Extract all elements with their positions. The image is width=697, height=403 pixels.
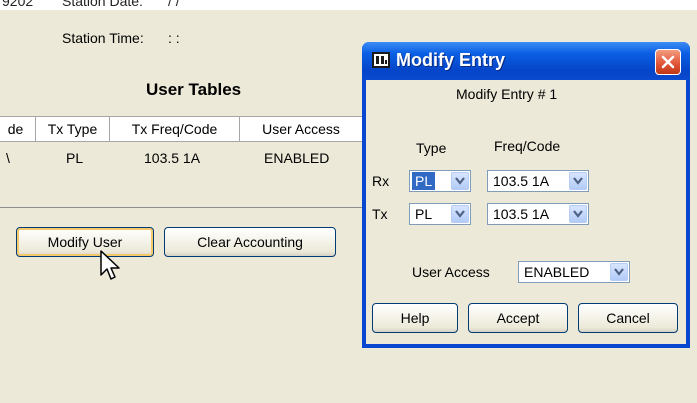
rx-freq-select[interactable]: 103.5 1A — [487, 170, 589, 192]
rx-type-value: PL — [412, 172, 436, 190]
dialog-title: Modify Entry — [396, 50, 506, 70]
user-tables-title: User Tables — [146, 80, 242, 99]
column-header-user-access[interactable]: User Access — [240, 117, 362, 141]
close-button[interactable] — [655, 49, 681, 75]
dropdown-arrow-icon[interactable] — [569, 205, 587, 223]
tx-type-select[interactable]: PL — [409, 203, 471, 225]
tx-freq-select[interactable]: 103.5 1A — [487, 203, 589, 225]
column-header-tx-type[interactable]: Tx Type — [36, 117, 110, 141]
tx-freq-value: 103.5 1A — [493, 206, 550, 222]
dialog-subtitle: Modify Entry # 1 — [456, 86, 558, 102]
column-header-code[interactable]: de — [0, 117, 36, 141]
column-header-tx-freq[interactable]: Tx Freq/Code — [110, 117, 240, 141]
dialog-body: Modify Entry # 1 Type Freq/Code Rx PL 10… — [366, 80, 686, 344]
clear-accounting-button[interactable]: Clear Accounting — [164, 227, 336, 257]
app-icon — [372, 52, 390, 68]
modify-user-button[interactable]: Modify User — [16, 227, 154, 257]
cancel-button[interactable]: Cancel — [578, 303, 678, 333]
help-button[interactable]: Help — [372, 303, 458, 333]
station-time-value: : : — [168, 30, 180, 46]
freq-column-label: Freq/Code — [494, 138, 561, 154]
station-date-value: / / — [168, 0, 180, 9]
close-icon — [661, 55, 675, 69]
user-table-header: de Tx Type Tx Freq/Code User Access — [0, 116, 362, 142]
dropdown-arrow-icon[interactable] — [610, 263, 628, 281]
tx-type-value: PL — [415, 206, 433, 222]
station-time-label: Station Time: — [62, 30, 144, 46]
cell-code: \ — [6, 150, 10, 166]
dropdown-arrow-icon[interactable] — [451, 172, 469, 190]
dropdown-arrow-icon[interactable] — [451, 205, 469, 223]
accept-button[interactable]: Accept — [468, 303, 568, 333]
rx-freq-value: 103.5 1A — [493, 173, 550, 189]
modify-entry-dialog: Modify Entry Modify Entry # 1 Type Freq/… — [362, 42, 690, 348]
type-column-label: Type — [416, 140, 447, 156]
tx-label: Tx — [372, 206, 388, 222]
user-access-label: User Access — [412, 264, 490, 280]
table-bottom-divider — [0, 207, 364, 208]
dropdown-arrow-icon[interactable] — [569, 172, 587, 190]
user-access-select[interactable]: ENABLED — [518, 261, 630, 283]
dialog-title-bar[interactable]: Modify Entry — [362, 42, 690, 80]
user-access-value: ENABLED — [524, 264, 590, 280]
rx-type-select[interactable]: PL — [409, 170, 471, 192]
mouse-cursor-icon — [100, 250, 120, 280]
cell-tx-type: PL — [66, 150, 84, 166]
cell-user-access: ENABLED — [264, 150, 330, 166]
cell-tx-freq: 103.5 1A — [144, 150, 201, 166]
rx-label: Rx — [372, 173, 390, 189]
station-date-label: Station Date: — [62, 0, 143, 9]
cut-off-fragment: 9202 — [2, 0, 34, 9]
